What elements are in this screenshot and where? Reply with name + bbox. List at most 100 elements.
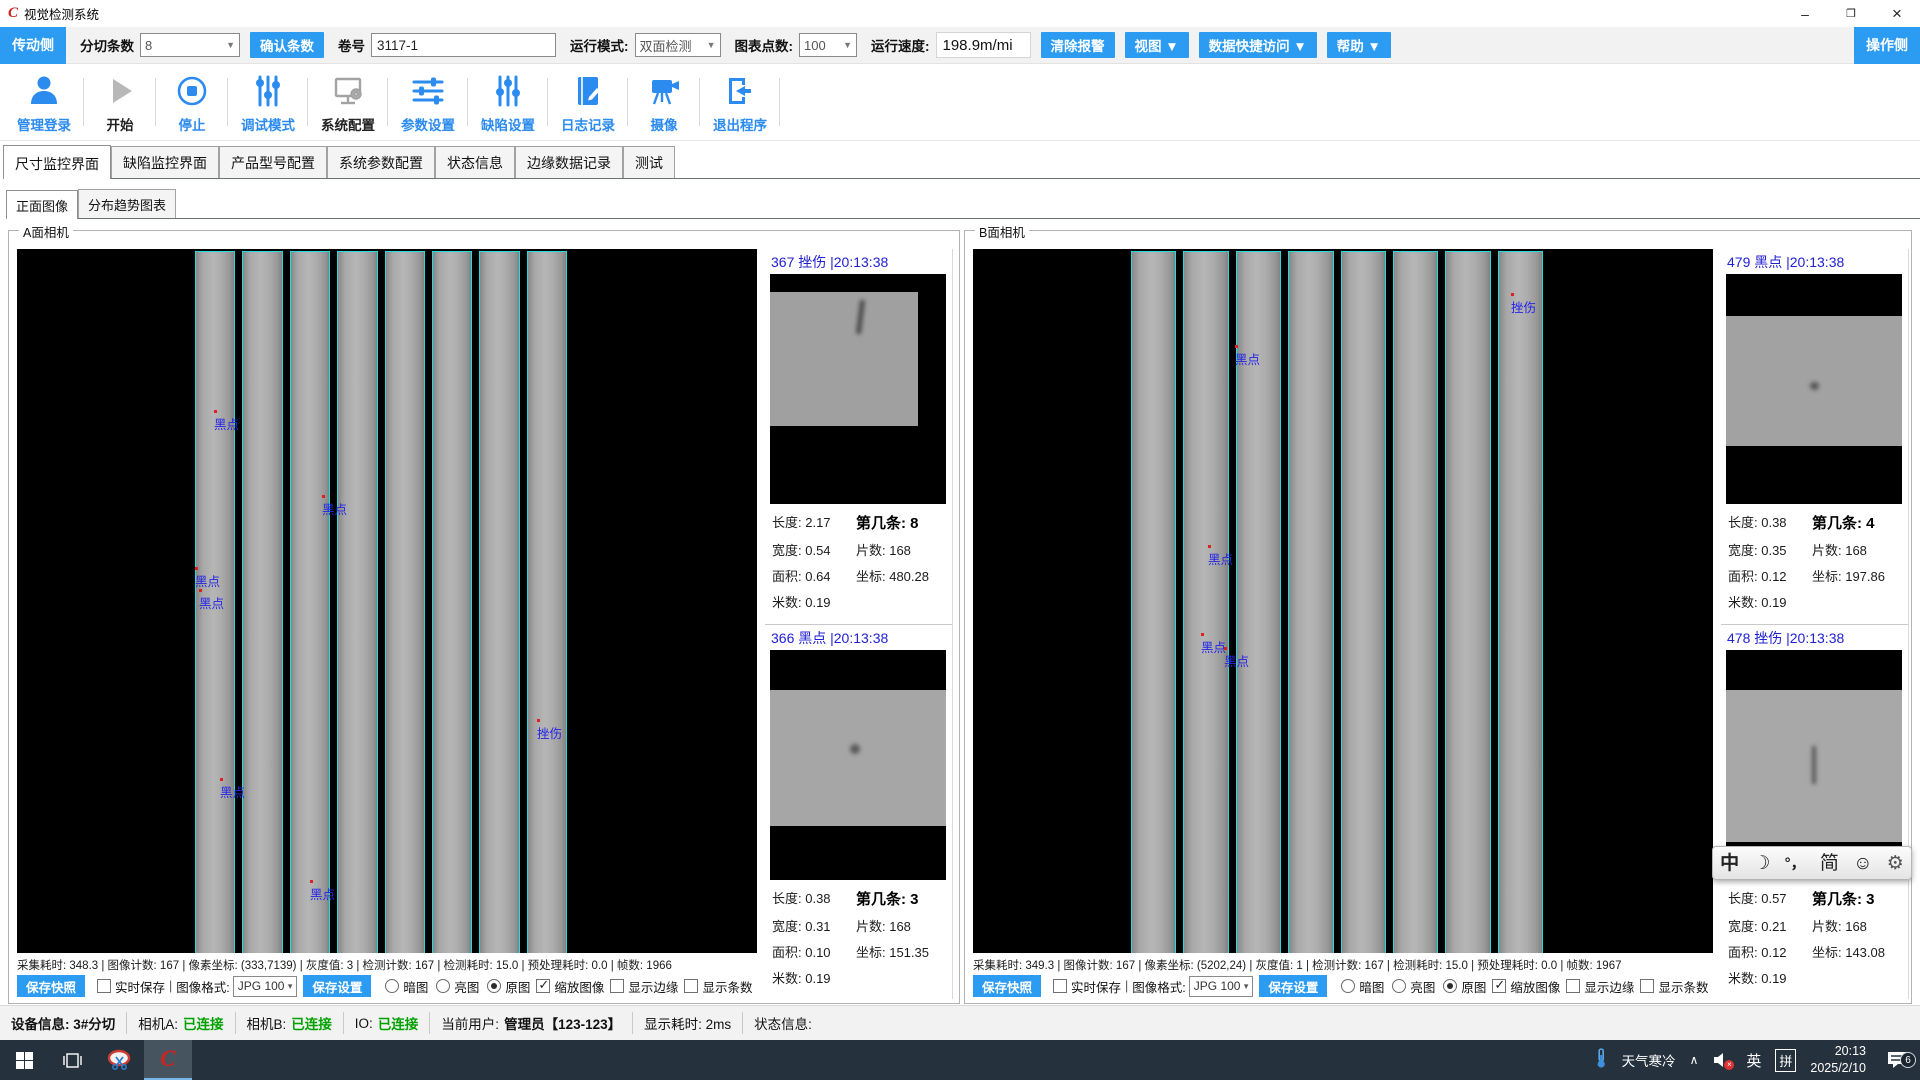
defect-card[interactable]: 366 黑点 |20:13:38 长度: 0.38第几条: 3 宽度: 0.31… bbox=[765, 625, 952, 1000]
admin-login-button[interactable]: 管理登录 bbox=[4, 64, 84, 140]
run-mode-select[interactable]: 双面检测 ▼ bbox=[635, 33, 721, 57]
ime-lang-mode[interactable]: 中 bbox=[1720, 854, 1739, 873]
current-user: 当前用户: 管理员【123-123】 bbox=[430, 1012, 633, 1034]
dark-image-label: 暗图 bbox=[1359, 977, 1384, 996]
icon-label: 日志记录 bbox=[561, 114, 615, 134]
separator: | bbox=[1125, 979, 1128, 993]
minimize-button[interactable]: – bbox=[1782, 0, 1828, 27]
stat-width: 宽度: 0.31 bbox=[772, 916, 856, 935]
stat-coordinate: 坐标: 143.08 bbox=[1812, 942, 1901, 961]
defect-header: 479 黑点 |20:13:38 bbox=[1726, 249, 1903, 274]
capture-button[interactable]: 摄像 bbox=[628, 64, 700, 140]
speaker-muted-icon[interactable]: × bbox=[1712, 1051, 1732, 1069]
defect-mark-label: 黑点 bbox=[1235, 349, 1260, 368]
system-config-button[interactable]: 系统配置 bbox=[308, 64, 388, 140]
original-image-label: 原图 bbox=[1461, 977, 1486, 996]
slit-count-select[interactable]: 8 ▼ bbox=[140, 33, 240, 57]
confirm-count-button[interactable]: 确认条数 bbox=[250, 32, 324, 58]
stat-length: 长度: 2.17 bbox=[772, 512, 856, 533]
icon-label: 摄像 bbox=[651, 114, 678, 134]
camera-b-connection: 相机B: 已连接 bbox=[236, 1012, 344, 1034]
snipping-tool-button[interactable] bbox=[96, 1040, 144, 1080]
image-format-select[interactable]: JPG 100 ▾ bbox=[1189, 976, 1254, 997]
parameter-settings-button[interactable]: 参数设置 bbox=[388, 64, 468, 140]
view-menu-button[interactable]: 视图 ▼ bbox=[1125, 32, 1189, 58]
input-language-indicator[interactable]: 英 bbox=[1746, 1050, 1761, 1071]
roll-number-input[interactable]: 3117-1 bbox=[371, 33, 556, 57]
drive-side-button[interactable]: 传动侧 bbox=[0, 27, 66, 64]
tab-status-info[interactable]: 状态信息 bbox=[435, 146, 515, 178]
tab-defect-monitor[interactable]: 缺陷监控界面 bbox=[111, 146, 219, 178]
app-logo-icon: C bbox=[160, 1046, 175, 1072]
start-button[interactable] bbox=[0, 1040, 48, 1080]
close-button[interactable]: × bbox=[1874, 0, 1920, 27]
defect-card[interactable]: 367 挫伤 |20:13:38 长度: 2.17第几条: 8 宽度: 0.54… bbox=[765, 249, 952, 625]
image-format-select[interactable]: JPG 100 ▾ bbox=[233, 976, 298, 997]
defect-card[interactable]: 478 挫伤 |20:13:38 长度: 0.57第几条: 3 宽度: 0.21… bbox=[1721, 625, 1908, 1000]
ime-mode-indicator[interactable]: 拼 bbox=[1775, 1049, 1796, 1072]
show-count-checkbox[interactable] bbox=[684, 979, 698, 993]
tab-edge-data-record[interactable]: 边缘数据记录 bbox=[515, 146, 623, 178]
task-view-button[interactable] bbox=[48, 1040, 96, 1080]
save-snapshot-button[interactable]: 保存快照 bbox=[17, 975, 85, 997]
save-settings-button[interactable]: 保存设置 bbox=[1259, 975, 1327, 997]
tab-system-param-config[interactable]: 系统参数配置 bbox=[327, 146, 435, 178]
tab-front-image[interactable]: 正面图像 bbox=[6, 190, 78, 219]
restore-button[interactable]: ❐ bbox=[1828, 0, 1874, 27]
chart-points-select[interactable]: 100 ▼ bbox=[799, 33, 857, 57]
save-snapshot-button[interactable]: 保存快照 bbox=[973, 975, 1041, 997]
defect-settings-button[interactable]: 缺陷设置 bbox=[468, 64, 548, 140]
clock-time: 20:13 bbox=[1810, 1043, 1866, 1060]
zoom-image-checkbox[interactable] bbox=[536, 979, 550, 993]
defect-card[interactable]: 479 黑点 |20:13:38 长度: 0.38第几条: 4 宽度: 0.35… bbox=[1721, 249, 1908, 625]
tray-expand-chevron[interactable]: ∧ bbox=[1690, 1053, 1699, 1067]
bright-image-radio[interactable] bbox=[1392, 979, 1406, 993]
tab-distribution-trend-chart[interactable]: 分布趋势图表 bbox=[78, 189, 176, 218]
debug-mode-button[interactable]: 调试模式 bbox=[228, 64, 308, 140]
ime-charset-mode[interactable]: 简 bbox=[1820, 854, 1839, 873]
notification-center-button[interactable]: 6 bbox=[1880, 1050, 1914, 1070]
realtime-save-checkbox[interactable] bbox=[97, 979, 111, 993]
slit-count-value: 8 bbox=[145, 38, 152, 53]
tab-size-monitor[interactable]: 尺寸监控界面 bbox=[3, 145, 111, 179]
tab-test[interactable]: 测试 bbox=[623, 146, 675, 178]
bright-image-radio[interactable] bbox=[436, 979, 450, 993]
zoom-image-checkbox[interactable] bbox=[1492, 979, 1506, 993]
data-quick-access-button[interactable]: 数据快捷访问 ▼ bbox=[1199, 32, 1317, 58]
original-image-radio[interactable] bbox=[487, 979, 501, 993]
moon-icon[interactable]: ☽ bbox=[1753, 854, 1770, 873]
operator-side-button[interactable]: 操作侧 bbox=[1854, 27, 1920, 64]
defect-mark-label: 挫伤 bbox=[537, 723, 562, 742]
defect-thumbnail bbox=[770, 650, 946, 880]
tab-product-model-config[interactable]: 产品型号配置 bbox=[219, 146, 327, 178]
gear-icon[interactable]: ⚙ bbox=[1887, 854, 1904, 873]
smiley-icon[interactable]: ☺ bbox=[1853, 854, 1872, 873]
ime-punctuation-mode[interactable]: °， bbox=[1785, 856, 1806, 871]
camera-b-image[interactable]: 黑点挫伤黑点黑点黑点 bbox=[973, 249, 1713, 953]
strip-region bbox=[195, 251, 567, 953]
dark-image-radio[interactable] bbox=[385, 979, 399, 993]
dark-image-radio[interactable] bbox=[1341, 979, 1355, 993]
start-button[interactable]: 开始 bbox=[84, 64, 156, 140]
run-mode-label: 运行模式: bbox=[570, 35, 629, 55]
current-user-value: 管理员【123-123】 bbox=[504, 1013, 621, 1033]
realtime-save-checkbox[interactable] bbox=[1053, 979, 1067, 993]
show-edges-checkbox[interactable] bbox=[610, 979, 624, 993]
zoom-image-label: 缩放图像 bbox=[554, 977, 604, 996]
weather-text[interactable]: 天气寒冷 bbox=[1622, 1050, 1676, 1070]
exit-program-button[interactable]: 退出程序 bbox=[700, 64, 780, 140]
vision-app-taskbar-button[interactable]: C bbox=[144, 1040, 192, 1080]
camera-b-group: B面相机 黑点挫伤黑点黑点黑点 479 黑点 |20:13:38 长度: 0.3… bbox=[964, 230, 1912, 1004]
stat-empty bbox=[856, 592, 945, 611]
original-image-radio[interactable] bbox=[1443, 979, 1457, 993]
log-record-button[interactable]: 日志记录 bbox=[548, 64, 628, 140]
stop-button[interactable]: 停止 bbox=[156, 64, 228, 140]
camera-a-image[interactable]: 黑点黑点黑点黑点黑点黑点挫伤 bbox=[17, 249, 757, 953]
camera-b-title: B面相机 bbox=[975, 222, 1029, 241]
help-menu-button[interactable]: 帮助 ▼ bbox=[1327, 32, 1391, 58]
clear-alarm-button[interactable]: 清除报警 bbox=[1041, 32, 1115, 58]
show-count-checkbox[interactable] bbox=[1640, 979, 1654, 993]
show-edges-checkbox[interactable] bbox=[1566, 979, 1580, 993]
save-settings-button[interactable]: 保存设置 bbox=[303, 975, 371, 997]
taskbar-clock[interactable]: 20:13 2025/2/10 bbox=[1810, 1043, 1866, 1077]
